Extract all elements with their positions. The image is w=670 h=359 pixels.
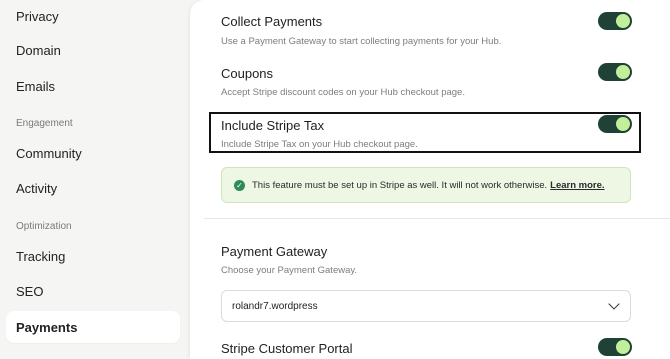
sidebar-item-label: SEO [16, 283, 44, 299]
sidebar-item-label: Community [16, 145, 82, 161]
sidebar-item-label: Activity [16, 180, 58, 196]
sidebar-item-activity[interactable]: Activity [6, 172, 180, 204]
payment-gateway-select[interactable]: rolandr7.wordpress [221, 290, 631, 322]
payments-settings-panel: Collect Payments Use a Payment Gateway t… [190, 0, 670, 359]
sidebar-item-label: Emails [16, 78, 56, 94]
check-circle-icon: ✓ [234, 179, 245, 191]
coupons-toggle[interactable] [598, 63, 632, 81]
toggle-knob [616, 117, 630, 131]
sidebar-item-payments[interactable]: Payments [6, 311, 180, 343]
sidebar-item-seo[interactable]: SEO [6, 275, 180, 307]
nav-heading-optimization: Optimization [16, 221, 72, 232]
collect-payments-title: Collect Payments [221, 14, 323, 29]
toggle-knob [616, 65, 630, 79]
sidebar-item-privacy[interactable]: Privacy [6, 0, 180, 32]
sidebar-item-label: Payments [16, 319, 78, 335]
chevron-down-icon [608, 298, 620, 310]
customer-portal-title: Stripe Customer Portal [221, 341, 353, 356]
sidebar-item-emails[interactable]: Emails [6, 70, 180, 102]
customer-portal-toggle[interactable] [598, 338, 632, 356]
stripe-tax-description: Include Stripe Tax on your Hub checkout … [221, 139, 418, 150]
stripe-tax-title: Include Stripe Tax [221, 118, 325, 133]
coupons-title: Coupons [221, 66, 274, 81]
notice-text: This feature must be set up in Stripe as… [252, 179, 548, 191]
collect-payments-description: Use a Payment Gateway to start collectin… [221, 36, 502, 47]
toggle-knob [616, 14, 630, 28]
nav-heading-engagement: Engagement [16, 118, 73, 129]
payment-gateway-selected-value: rolandr7.wordpress [232, 300, 318, 312]
sidebar: Privacy Domain Emails Engagement Communi… [0, 0, 190, 359]
coupons-description: Accept Stripe discount codes on your Hub… [221, 87, 465, 98]
stripe-tax-toggle[interactable] [598, 115, 632, 133]
payment-gateway-description: Choose your Payment Gateway. [221, 265, 358, 276]
payment-gateway-title: Payment Gateway [221, 244, 328, 259]
sidebar-item-domain[interactable]: Domain [6, 34, 180, 66]
stripe-tax-notice: ✓ This feature must be set up in Stripe … [221, 167, 631, 203]
sidebar-item-community[interactable]: Community [6, 137, 180, 169]
collect-payments-toggle[interactable] [598, 12, 632, 30]
sidebar-item-label: Tracking [16, 248, 66, 264]
sidebar-item-label: Privacy [16, 8, 59, 24]
learn-more-link[interactable]: Learn more. [550, 180, 604, 191]
toggle-knob [616, 340, 630, 354]
sidebar-item-label: Domain [16, 42, 61, 58]
sidebar-item-tracking[interactable]: Tracking [6, 240, 180, 272]
section-divider [204, 218, 670, 219]
